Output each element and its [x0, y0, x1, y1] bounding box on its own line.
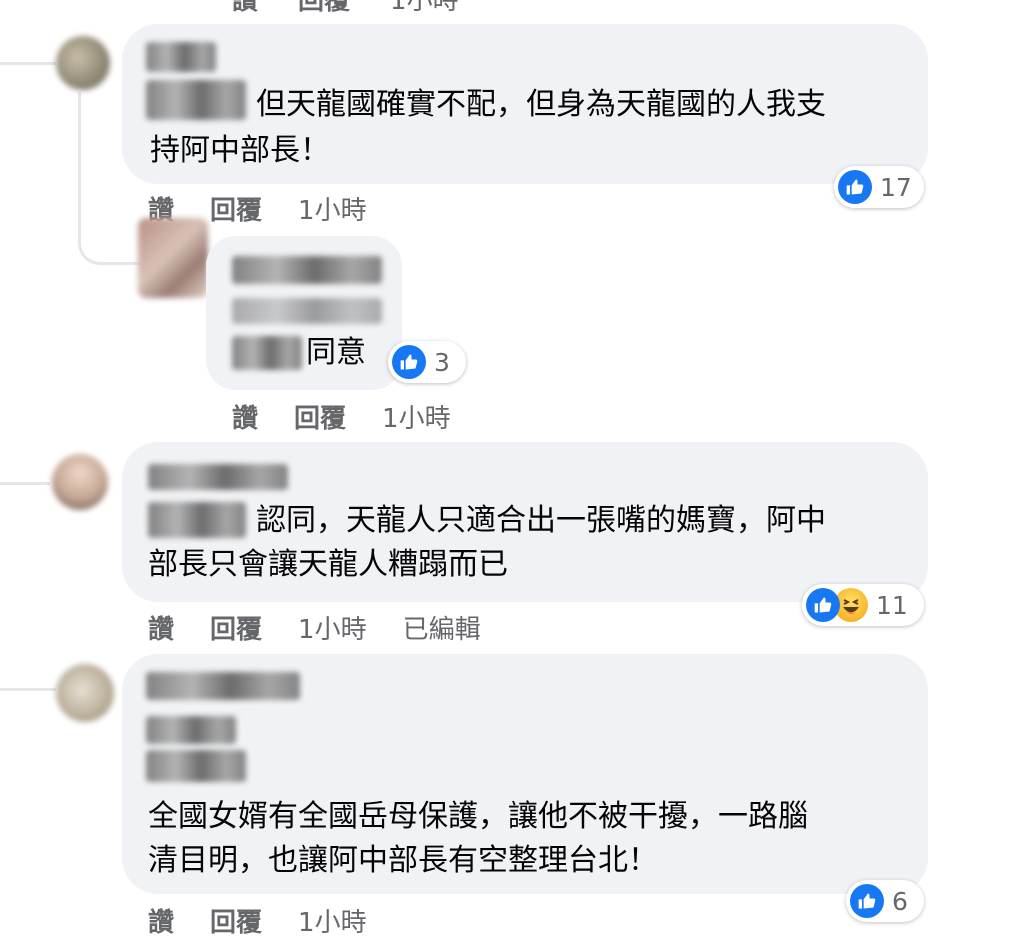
- reply-action[interactable]: 回覆: [210, 609, 262, 646]
- reaction-summary[interactable]: 6: [846, 880, 924, 922]
- reaction-count: 6: [892, 886, 908, 916]
- reply-action[interactable]: 回覆: [210, 190, 262, 227]
- comment-text: 全國女婿有全國岳母保護，讓他不被干擾，一路腦: [148, 799, 808, 834]
- timestamp[interactable]: 1小時: [298, 190, 367, 227]
- like-icon: [850, 884, 884, 918]
- like-action[interactable]: 讚: [232, 398, 258, 435]
- reaction-count: 17: [880, 172, 912, 202]
- reaction-summary[interactable]: 11: [802, 584, 924, 626]
- comment-text: 同意: [306, 335, 366, 370]
- timestamp[interactable]: 1小時: [298, 609, 367, 646]
- commenter-name-redacted[interactable]: [146, 716, 236, 744]
- avatar[interactable]: [56, 664, 114, 722]
- avatar[interactable]: [56, 36, 110, 90]
- reply-action[interactable]: 回覆: [298, 0, 350, 17]
- commenter-name-redacted[interactable]: [146, 80, 246, 120]
- thread-connector: [0, 62, 56, 65]
- reply-action[interactable]: 回覆: [294, 398, 346, 435]
- comment-actions: 讚 回覆 1小時: [148, 902, 367, 939]
- like-icon: [392, 345, 426, 379]
- like-icon: [806, 588, 840, 622]
- comment-text: 部長只會讓天龍人糟蹋而已: [148, 547, 508, 582]
- comment-bubble: 全國女婿有全國岳母保護，讓他不被干擾，一路腦 清目明，也讓阿中部長有空整理台北！: [122, 654, 928, 894]
- comment-bubble: 同意: [206, 236, 402, 390]
- comment-text: 但天龍國確實不配，但身為天龍國的人我支: [256, 87, 826, 122]
- commenter-name-redacted[interactable]: [232, 256, 382, 284]
- previous-comment-actions: 讚 回覆 1小時: [232, 0, 459, 17]
- comment-bubble: 認同，天龍人只適合出一張嘴的媽寶，阿中 部長只會讓天龍人糟蹋而已: [122, 442, 928, 602]
- timestamp[interactable]: 1小時: [390, 0, 459, 17]
- comment-bubble: 但天龍國確實不配，但身為天龍國的人我支 持阿中部長！: [122, 24, 928, 184]
- comment-thread: 讚 回覆 1小時 但天龍國確實不配，但身為天龍國的人我支 持阿中部長！ 17 讚…: [0, 0, 1024, 950]
- commenter-name-redacted[interactable]: [146, 672, 300, 700]
- avatar[interactable]: [52, 454, 108, 510]
- comment-text: 認同，天龍人只適合出一張嘴的媽寶，阿中: [256, 503, 826, 538]
- reply-action[interactable]: 回覆: [210, 902, 262, 939]
- commenter-name-redacted[interactable]: [232, 298, 382, 324]
- reaction-count: 11: [876, 590, 908, 620]
- like-action[interactable]: 讚: [148, 609, 174, 646]
- like-action[interactable]: 讚: [232, 0, 258, 17]
- like-action[interactable]: 讚: [148, 902, 174, 939]
- avatar[interactable]: [138, 218, 208, 298]
- thread-connector: [0, 688, 56, 691]
- commenter-name-redacted[interactable]: [148, 502, 246, 538]
- reaction-summary[interactable]: 17: [834, 166, 924, 208]
- edited-label[interactable]: 已編輯: [403, 609, 481, 646]
- comment-text: 持阿中部長！: [150, 133, 330, 168]
- commenter-name-redacted[interactable]: [148, 464, 288, 490]
- timestamp[interactable]: 1小時: [298, 902, 367, 939]
- comment-text: 清目明，也讓阿中部長有空整理台北！: [148, 843, 658, 878]
- reaction-summary[interactable]: 3: [388, 341, 466, 383]
- commenter-name-redacted[interactable]: [146, 750, 246, 782]
- reaction-count: 3: [434, 347, 450, 377]
- commenter-name-redacted[interactable]: [146, 42, 216, 72]
- timestamp[interactable]: 1小時: [382, 398, 451, 435]
- comment-actions: 讚 回覆 1小時 已編輯: [148, 609, 481, 646]
- like-icon: [838, 170, 872, 204]
- commenter-name-redacted[interactable]: [232, 336, 302, 370]
- thread-connector: [0, 482, 50, 485]
- comment-actions: 讚 回覆 1小時: [232, 398, 451, 435]
